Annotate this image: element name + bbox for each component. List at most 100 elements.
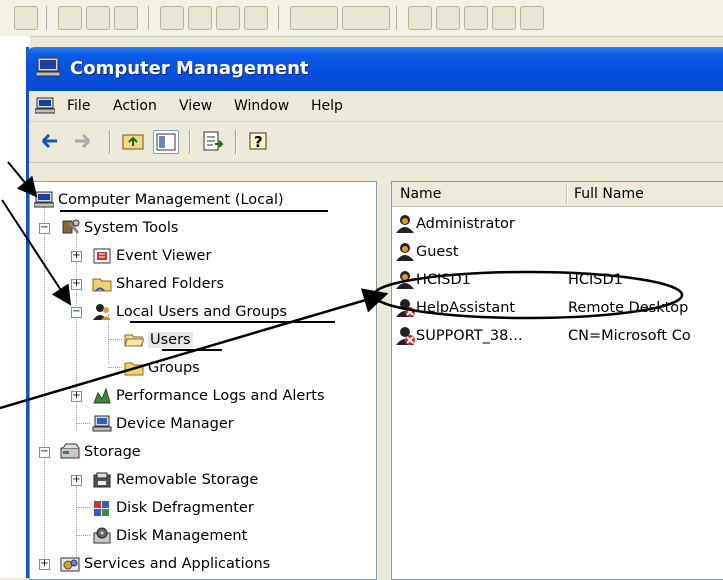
print-icon[interactable] — [58, 6, 82, 30]
tree-item-device-manager[interactable]: Device Manager — [92, 412, 234, 436]
system-tools-icon — [62, 219, 80, 234]
tree-item-users[interactable]: Users — [124, 328, 193, 352]
window-title: Computer Management — [70, 58, 309, 79]
undo-icon[interactable] — [290, 6, 338, 30]
insert-table-icon[interactable] — [464, 6, 488, 30]
device-manager-icon — [92, 415, 112, 432]
tree-label: Device Manager — [116, 416, 234, 432]
column-header-full-name[interactable]: Full Name — [574, 186, 644, 202]
disabled-user-icon — [396, 299, 415, 317]
computer-icon — [34, 191, 54, 208]
computer-management-window: Computer Management File Action View Win… — [26, 47, 723, 580]
tree-line — [108, 367, 122, 368]
tree-item-storage[interactable]: Storage — [60, 440, 141, 464]
svg-text:?: ? — [254, 133, 263, 151]
expand-toggle[interactable]: + — [71, 391, 82, 402]
menu-bar: File Action View Window Help — [29, 91, 723, 122]
toolbar-separator — [278, 6, 279, 30]
collapse-toggle[interactable]: − — [39, 223, 50, 234]
menu-view[interactable]: View — [179, 98, 212, 114]
up-one-level-icon[interactable] — [121, 130, 145, 152]
tree-label: Shared Folders — [116, 276, 225, 292]
expand-toggle[interactable]: + — [71, 251, 82, 262]
expand-toggle[interactable]: + — [71, 475, 82, 486]
tree-item-disk-management[interactable]: Disk Management — [92, 524, 247, 548]
user-icon — [396, 215, 414, 233]
list-item[interactable]: SUPPORT_38… CN=Microsoft Co — [392, 324, 723, 348]
list-item[interactable]: HelpAssistant Remote Desktop — [392, 296, 723, 320]
tree-label: Disk Management — [116, 528, 248, 544]
tree-line — [76, 507, 90, 508]
user-icon — [396, 243, 414, 261]
hyperlink-icon[interactable] — [408, 6, 432, 30]
list-item[interactable]: Guest — [392, 240, 723, 264]
forward-arrow-icon[interactable] — [71, 130, 95, 152]
tree-item-services-and-applications[interactable]: Services and Applications — [60, 552, 270, 576]
tree-label: Removable Storage — [116, 472, 259, 488]
collapse-toggle[interactable]: − — [39, 447, 50, 458]
tree-item-local-users-and-groups[interactable]: Local Users and Groups — [92, 300, 287, 324]
user-full-name: HCISD1 — [568, 272, 623, 288]
tree-label: Services and Applications — [84, 556, 271, 572]
format-painter-icon[interactable] — [244, 6, 268, 30]
tree-label: Computer Management (Local) — [58, 192, 284, 208]
tree-item-system-tools[interactable]: System Tools — [60, 216, 178, 240]
toolbar-separator — [189, 130, 191, 154]
tables-icon[interactable] — [436, 6, 460, 30]
user-name: Guest — [416, 244, 459, 260]
show-hide-console-tree-icon[interactable] — [153, 130, 179, 154]
tree-item-removable-storage[interactable]: Removable Storage — [92, 468, 258, 492]
tree-label: Disk Defragmenter — [116, 500, 254, 516]
cut-icon[interactable] — [160, 6, 184, 30]
tree-item-computer-management[interactable]: Computer Management (Local) — [34, 188, 284, 212]
tree-item-shared-folders[interactable]: Shared Folders — [92, 272, 224, 296]
menu-action[interactable]: Action — [113, 98, 157, 114]
user-name: Administrator — [416, 216, 515, 232]
copy-icon[interactable] — [188, 6, 212, 30]
disk-defragmenter-icon — [94, 501, 109, 516]
column-header-name[interactable]: Name — [400, 186, 441, 202]
tree-label: Groups — [148, 360, 200, 376]
collapse-toggle[interactable]: − — [71, 307, 82, 318]
redo-icon[interactable] — [342, 6, 390, 30]
details-list[interactable]: Name Full Name Administrator Guest HCISD… — [391, 181, 723, 580]
title-bar[interactable]: Computer Management — [26, 47, 723, 91]
tree-item-groups[interactable]: Groups — [124, 356, 200, 380]
columns-icon[interactable] — [520, 6, 544, 30]
tree-line — [108, 339, 122, 340]
tree-item-performance-logs[interactable]: Performance Logs and Alerts — [92, 384, 325, 408]
tree-label: Storage — [84, 444, 141, 460]
column-separator[interactable] — [566, 184, 568, 204]
background-toolbar-button[interactable] — [14, 6, 38, 30]
help-icon[interactable]: ? — [247, 130, 271, 152]
expand-toggle[interactable]: + — [39, 559, 50, 570]
menu-file[interactable]: File — [67, 98, 90, 114]
list-item[interactable]: HCISD1 HCISD1 — [392, 268, 723, 292]
tree-line — [44, 204, 45, 564]
menu-window[interactable]: Window — [234, 98, 289, 114]
insert-worksheet-icon[interactable] — [492, 6, 516, 30]
console-tree[interactable]: Computer Management (Local) − System Too… — [29, 181, 377, 580]
tree-label: Local Users and Groups — [116, 304, 287, 320]
back-arrow-icon[interactable] — [37, 130, 61, 152]
list-item[interactable]: Administrator — [392, 212, 723, 236]
user-name: SUPPORT_38… — [416, 328, 523, 344]
event-viewer-icon — [93, 248, 111, 264]
menu-help[interactable]: Help — [311, 98, 343, 114]
tree-label: System Tools — [84, 220, 179, 236]
spellcheck-icon[interactable] — [114, 6, 138, 30]
users-group-icon — [93, 304, 111, 320]
tree-item-disk-defragmenter[interactable]: Disk Defragmenter — [92, 496, 254, 520]
tree-line — [76, 480, 77, 558]
system-menu-icon[interactable] — [35, 97, 55, 115]
tree-label: Event Viewer — [116, 248, 212, 264]
tree-item-event-viewer[interactable]: Event Viewer — [92, 244, 211, 268]
folder-icon — [124, 362, 144, 376]
paste-icon[interactable] — [216, 6, 240, 30]
print-preview-icon[interactable] — [86, 6, 110, 30]
export-list-icon[interactable] — [201, 130, 225, 152]
background-app-toolbar — [0, 0, 723, 37]
expand-toggle[interactable]: + — [71, 279, 82, 290]
tree-label: Users — [148, 332, 193, 348]
tree-line — [76, 423, 90, 424]
